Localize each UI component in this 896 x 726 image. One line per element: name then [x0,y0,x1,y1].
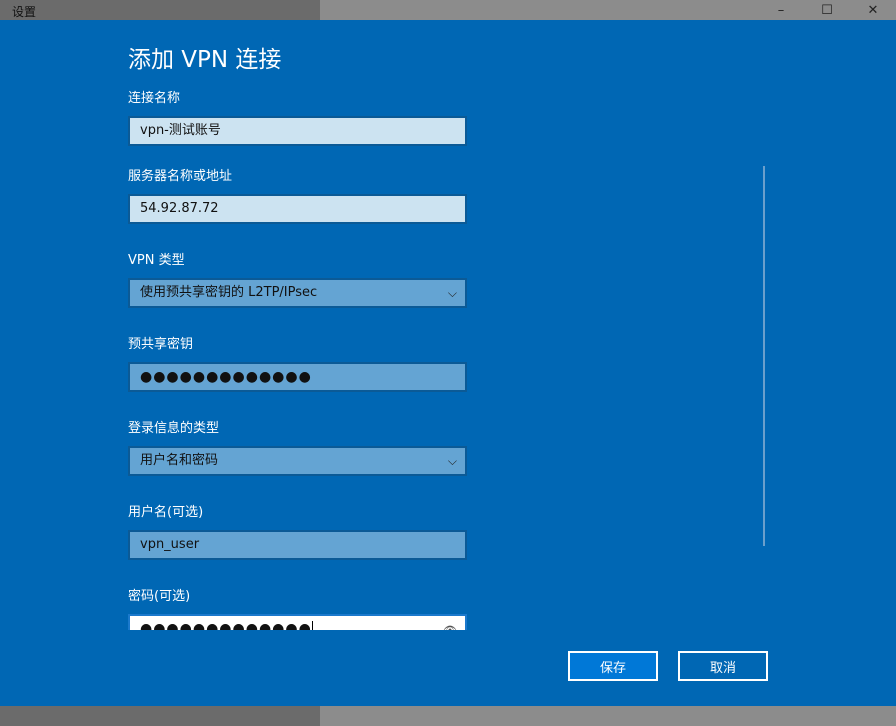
field-label: 登录信息的类型 [128,421,220,436]
background-dark [0,0,320,20]
cancel-button[interactable]: 取消 [678,651,768,681]
signin-type-field: 登录信息的类型 用户名和密码 ⌵ [128,420,467,476]
window-title: 设置 [12,5,37,19]
add-vpn-dialog: 添加 VPN 连接 连接名称 vpn-测试账号 服务器名称或地址 54.92.8… [0,20,896,706]
text-caret [311,620,313,630]
server-address-input[interactable]: 54.92.87.72 [128,194,467,224]
signin-type-select[interactable]: 用户名和密码 ⌵ [128,446,467,476]
dialog-title: 添加 VPN 连接 [128,47,282,73]
bottom-strip [0,706,896,726]
server-field: 服务器名称或地址 54.92.87.72 [128,168,467,224]
eye-icon[interactable]: 👁 [443,618,457,630]
minimize-button[interactable]: – [758,0,804,20]
selected-value: 使用预共享密钥的 L2TP/IPsec [140,285,318,300]
maximize-button[interactable]: ☐ [804,0,850,20]
form-scroll-area: 连接名称 vpn-测试账号 服务器名称或地址 54.92.87.72 VPN 类… [0,90,896,630]
save-button[interactable]: 保存 [568,651,658,681]
field-label: 预共享密钥 [128,337,194,352]
field-label: 连接名称 [128,91,181,106]
selected-value: 用户名和密码 [140,453,219,468]
field-label: 用户名(可选) [128,505,204,520]
vpn-type-select[interactable]: 使用预共享密钥的 L2TP/IPsec ⌵ [128,278,467,308]
field-label: 服务器名称或地址 [128,169,233,184]
chevron-down-icon: ⌵ [447,454,457,468]
pre-shared-key-input[interactable]: ●●●●●●●●●●●●● [128,362,467,392]
username-field: 用户名(可选) vpn_user [128,504,467,560]
background-dark [0,706,320,726]
password-value: ●●●●●●●●●●●●● [140,621,312,630]
scrollbar[interactable] [763,166,765,546]
password-input[interactable]: ●●●●●●●●●●●●● 👁 [128,614,467,630]
vpn-type-field: VPN 类型 使用预共享密钥的 L2TP/IPsec ⌵ [128,252,467,308]
chevron-down-icon: ⌵ [447,286,457,300]
psk-field: 预共享密钥 ●●●●●●●●●●●●● [128,336,467,392]
title-bar: 设置 – ☐ ✕ [0,0,896,20]
close-button[interactable]: ✕ [850,0,896,20]
field-label: 密码(可选) [128,589,191,604]
field-label: VPN 类型 [128,253,185,268]
password-field: 密码(可选) ●●●●●●●●●●●●● 👁 [128,588,467,630]
connection-name-field: 连接名称 vpn-测试账号 [128,90,467,146]
username-input[interactable]: vpn_user [128,530,467,560]
connection-name-input[interactable]: vpn-测试账号 [128,116,467,146]
